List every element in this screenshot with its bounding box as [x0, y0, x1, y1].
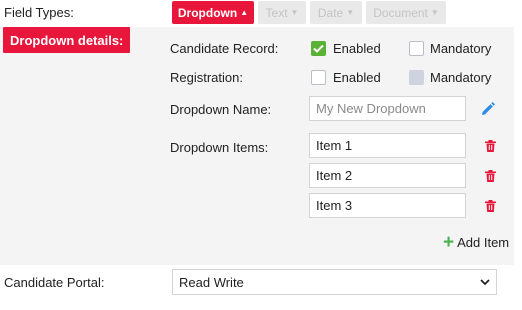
field-type-document-button[interactable]: Document ▼ [366, 1, 446, 24]
dropdown-items-label: Dropdown Items: [170, 140, 269, 155]
dropdown-name-label: Dropdown Name: [170, 102, 272, 117]
field-type-text-label: Text [265, 5, 288, 20]
dropdown-item-value: Item 2 [316, 168, 353, 183]
candidate-record-mandatory-label: Mandatory [430, 41, 492, 56]
add-item-label: Add Item [457, 235, 510, 250]
caret-up-icon: ▲ [240, 7, 249, 17]
candidate-record-mandatory-checkbox[interactable] [409, 41, 424, 56]
pencil-icon[interactable] [480, 101, 496, 117]
caret-down-icon: ▼ [290, 7, 299, 17]
candidate-portal-selected-value: Read Write [179, 274, 244, 290]
chevron-down-icon [480, 279, 490, 286]
registration-enabled-label: Enabled [333, 70, 381, 85]
candidate-record-enabled-label: Enabled [333, 41, 381, 56]
candidate-record-label: Candidate Record: [170, 41, 279, 56]
add-item-button[interactable]: + Add Item [443, 233, 509, 252]
caret-down-icon: ▼ [346, 7, 355, 17]
registration-mandatory-checkbox[interactable] [409, 70, 424, 85]
field-type-date-button[interactable]: Date ▼ [310, 1, 362, 24]
registration-enabled-checkbox[interactable] [311, 70, 326, 85]
dropdown-name-input[interactable] [316, 101, 465, 116]
check-icon [313, 44, 324, 53]
trash-icon[interactable] [485, 140, 496, 152]
field-type-dropdown-label: Dropdown [177, 5, 238, 20]
candidate-record-enabled-checkbox[interactable] [311, 41, 326, 56]
caret-down-icon: ▼ [430, 7, 439, 17]
trash-icon[interactable] [485, 200, 496, 212]
dropdown-item-field[interactable]: Item 1 [309, 133, 466, 158]
trash-icon[interactable] [485, 170, 496, 182]
dropdown-item-value: Item 1 [316, 138, 353, 153]
plus-icon: + [443, 232, 455, 253]
dropdown-item-field[interactable]: Item 2 [309, 163, 466, 188]
candidate-portal-label: Candidate Portal: [4, 275, 105, 290]
registration-mandatory-label: Mandatory [430, 70, 492, 85]
candidate-portal-select[interactable]: Read Write [172, 269, 497, 295]
field-types-label: Field Types: [4, 5, 74, 20]
dropdown-details-badge: Dropdown details: [3, 27, 131, 53]
dropdown-name-field[interactable] [309, 96, 466, 121]
registration-label: Registration: [170, 70, 243, 85]
field-type-date-label: Date [317, 5, 344, 20]
field-type-text-button[interactable]: Text ▼ [258, 1, 306, 24]
dropdown-item-value: Item 3 [316, 198, 353, 213]
field-type-dropdown-button[interactable]: Dropdown ▲ [172, 1, 254, 24]
field-type-document-label: Document [373, 5, 428, 20]
dropdown-item-field[interactable]: Item 3 [309, 193, 466, 218]
